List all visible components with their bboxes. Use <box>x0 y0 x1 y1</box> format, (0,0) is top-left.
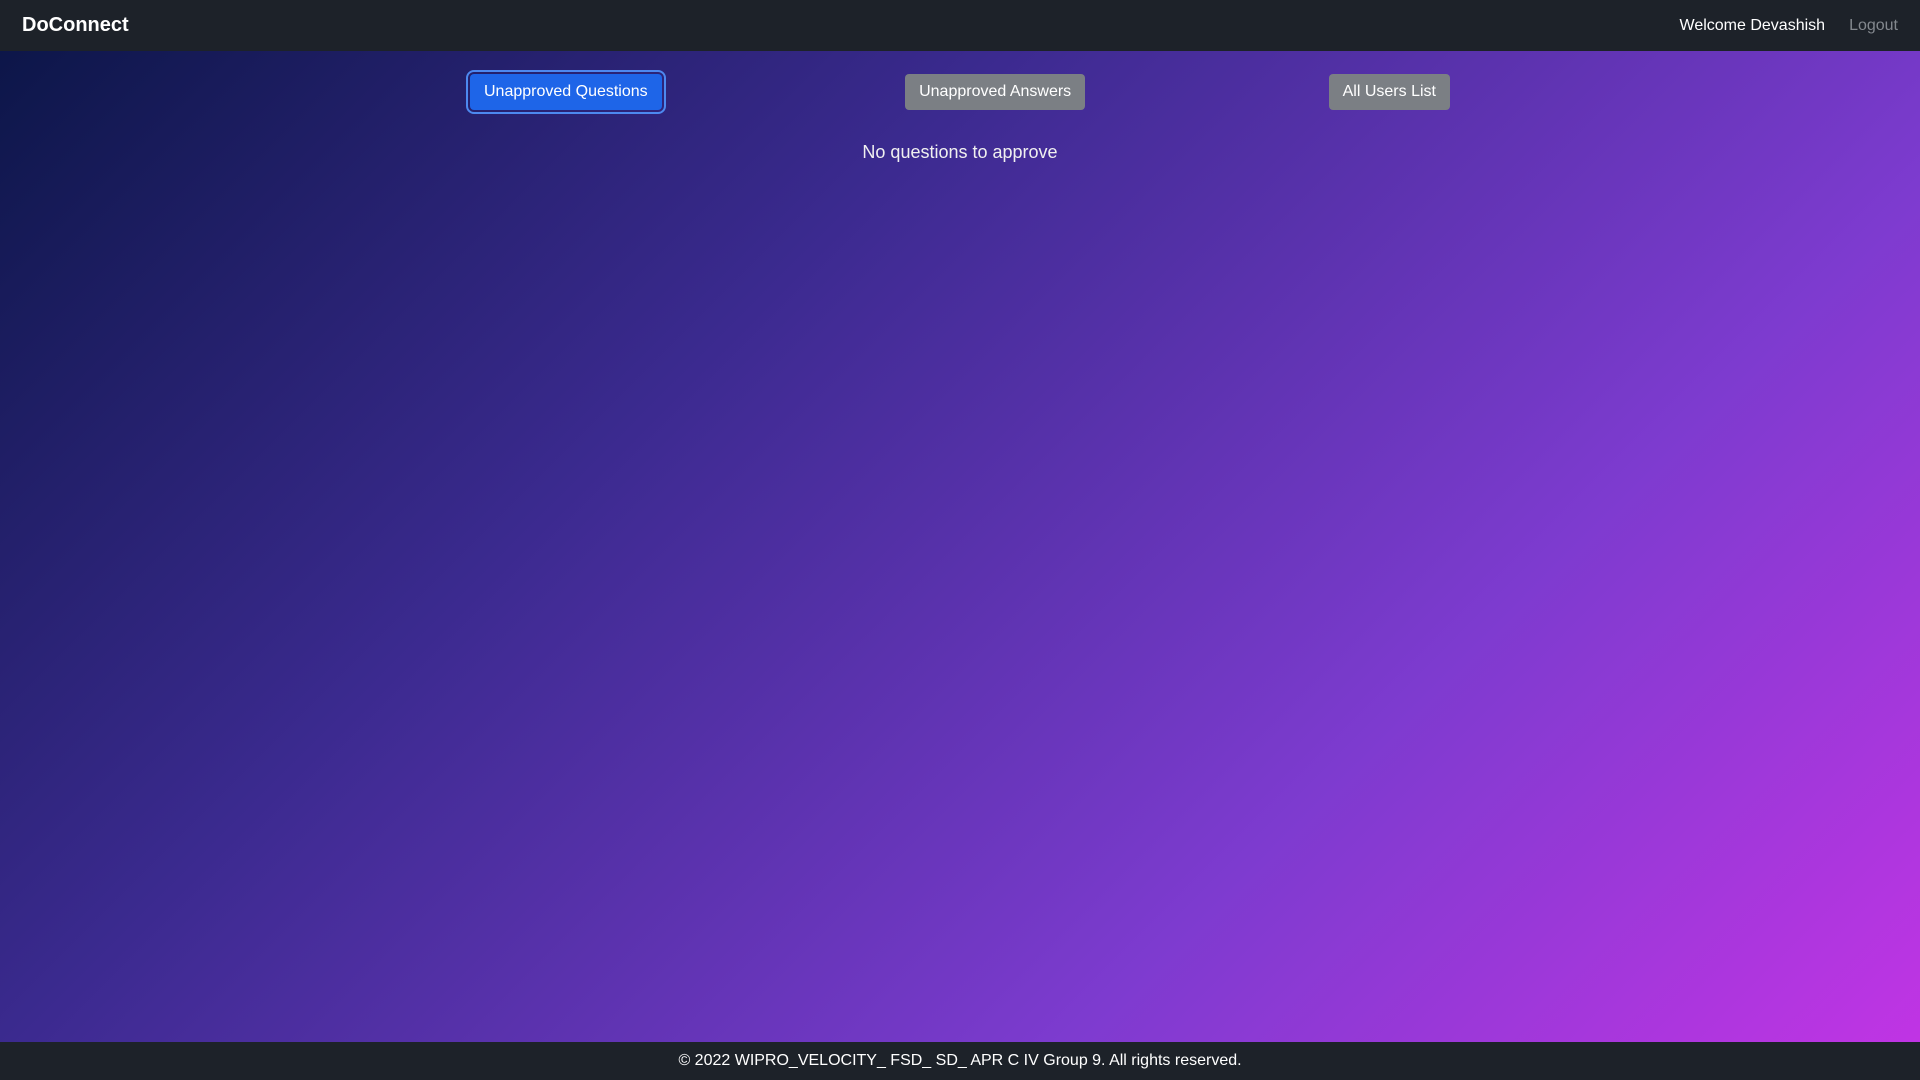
tab-unapproved-questions[interactable]: Unapproved Questions <box>470 74 662 110</box>
empty-state-message: No questions to approve <box>862 142 1057 163</box>
main-content: Unapproved Questions Unapproved Answers … <box>0 51 1920 1042</box>
footer: © 2022 WIPRO_VELOCITY_ FSD_ SD_ APR C IV… <box>0 1042 1920 1080</box>
logout-link[interactable]: Logout <box>1849 17 1898 35</box>
footer-text: © 2022 WIPRO_VELOCITY_ FSD_ SD_ APR C IV… <box>678 1052 1241 1069</box>
brand-logo[interactable]: DoConnect <box>22 14 129 37</box>
welcome-text: Welcome Devashish <box>1680 17 1826 35</box>
navbar: DoConnect Welcome Devashish Logout <box>0 0 1920 51</box>
tab-row: Unapproved Questions Unapproved Answers … <box>230 51 1690 110</box>
tab-all-users[interactable]: All Users List <box>1329 74 1450 110</box>
nav-right: Welcome Devashish Logout <box>1680 17 1898 35</box>
tab-unapproved-answers[interactable]: Unapproved Answers <box>905 74 1085 110</box>
